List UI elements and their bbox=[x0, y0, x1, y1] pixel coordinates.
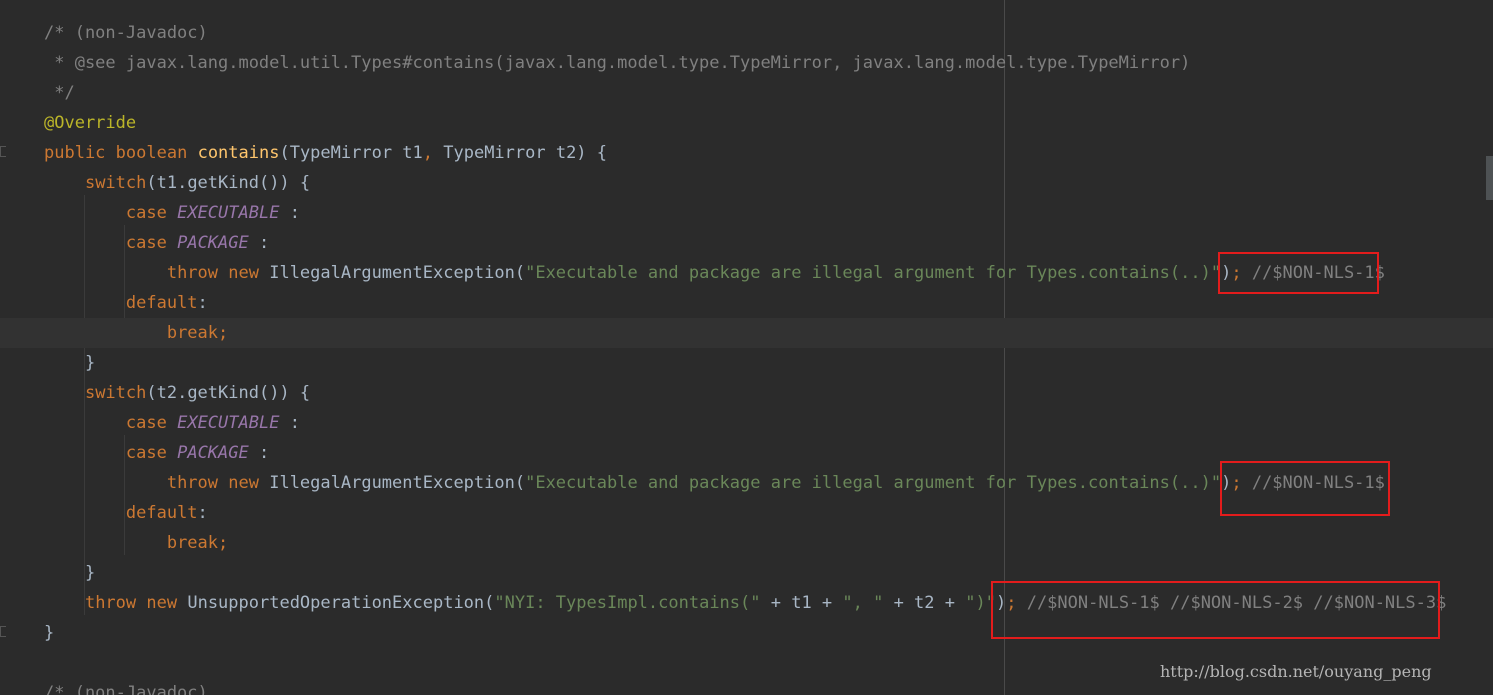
code-line-text: case EXECUTABLE : bbox=[125, 203, 300, 223]
code-line[interactable]: break; bbox=[0, 318, 1493, 348]
code-line[interactable]: * @see javax.lang.model.util.Types#conta… bbox=[0, 48, 1493, 78]
code-line[interactable]: /* (non-Javadoc) bbox=[0, 18, 1493, 48]
code-line-text: public boolean contains(TypeMirror t1, T… bbox=[44, 143, 608, 163]
code-line[interactable]: public boolean contains(TypeMirror t1, T… bbox=[0, 138, 1493, 168]
code-line-text: case EXECUTABLE : bbox=[125, 413, 300, 433]
code-line-text: default: bbox=[125, 293, 208, 313]
code-line-text: } bbox=[44, 353, 96, 373]
nls-highlight-box bbox=[1220, 461, 1390, 516]
code-line-text: * @see javax.lang.model.util.Types#conta… bbox=[44, 53, 1191, 73]
watermark-text: http://blog.csdn.net/ouyang_peng bbox=[1160, 662, 1432, 681]
code-editor[interactable]: /* (non-Javadoc) * @see javax.lang.model… bbox=[0, 0, 1493, 695]
nls-highlight-box bbox=[991, 581, 1440, 639]
code-line[interactable]: @Override bbox=[0, 108, 1493, 138]
code-line-text: case PACKAGE : bbox=[125, 443, 270, 463]
code-line-text: } bbox=[44, 623, 55, 643]
code-line-text: case PACKAGE : bbox=[125, 233, 270, 253]
code-line[interactable]: break; bbox=[0, 528, 1493, 558]
code-line-text: break; bbox=[166, 533, 229, 553]
code-line-text: throw new IllegalArgumentException("Exec… bbox=[166, 263, 1385, 283]
code-line[interactable]: switch(t1.getKind()) { bbox=[0, 168, 1493, 198]
code-line-text: /* (non-Javadoc) bbox=[44, 23, 208, 43]
code-line-text: @Override bbox=[44, 113, 137, 133]
code-line[interactable]: case EXECUTABLE : bbox=[0, 408, 1493, 438]
code-line-text: break; bbox=[166, 323, 229, 343]
code-line-text: /* (non-Javadoc) bbox=[44, 683, 208, 695]
code-line[interactable]: } bbox=[0, 348, 1493, 378]
code-line-text: } bbox=[44, 563, 96, 583]
code-line-text: switch(t2.getKind()) { bbox=[84, 383, 311, 403]
nls-highlight-box bbox=[1218, 252, 1379, 294]
code-line-text: throw new IllegalArgumentException("Exec… bbox=[166, 473, 1385, 493]
code-line[interactable]: switch(t2.getKind()) { bbox=[0, 378, 1493, 408]
code-line-text: default: bbox=[125, 503, 208, 523]
code-line[interactable]: */ bbox=[0, 78, 1493, 108]
code-line-text: switch(t1.getKind()) { bbox=[84, 173, 311, 193]
code-line-text: */ bbox=[44, 83, 75, 103]
code-line[interactable]: case EXECUTABLE : bbox=[0, 198, 1493, 228]
